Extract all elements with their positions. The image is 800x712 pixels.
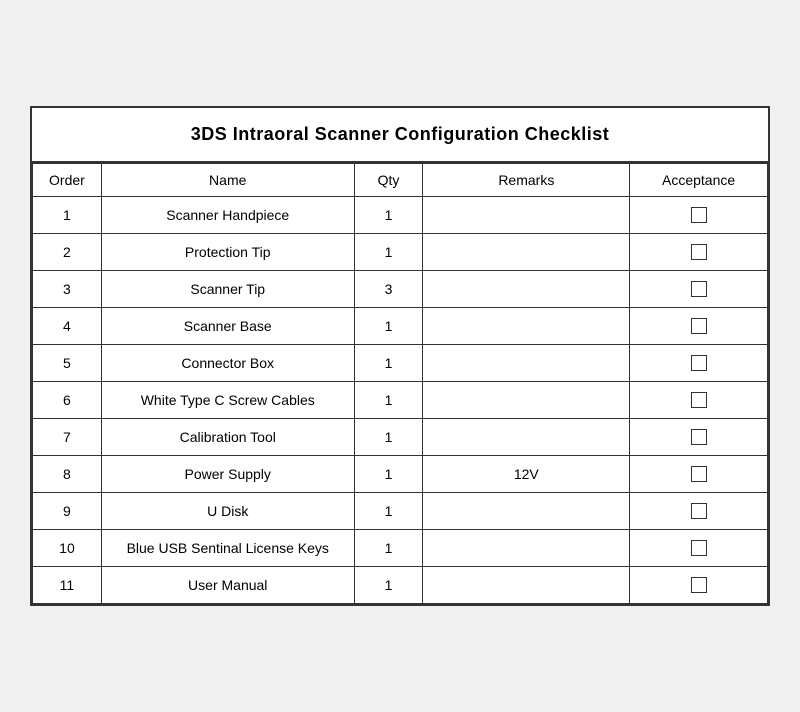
checklist-table: Order Name Qty Remarks Acceptance 1Scann… [32, 163, 768, 604]
cell-acceptance [630, 382, 768, 419]
cell-qty: 1 [354, 567, 423, 604]
cell-acceptance [630, 530, 768, 567]
table-row: 11User Manual1 [33, 567, 768, 604]
cell-remarks [423, 530, 630, 567]
cell-qty: 3 [354, 271, 423, 308]
checklist-title: 3DS Intraoral Scanner Configuration Chec… [32, 108, 768, 163]
checkbox[interactable] [691, 392, 707, 408]
cell-order: 9 [33, 493, 102, 530]
cell-qty: 1 [354, 456, 423, 493]
cell-remarks [423, 234, 630, 271]
cell-order: 7 [33, 419, 102, 456]
cell-qty: 1 [354, 197, 423, 234]
header-remarks: Remarks [423, 164, 630, 197]
cell-order: 1 [33, 197, 102, 234]
cell-qty: 1 [354, 382, 423, 419]
checkbox[interactable] [691, 207, 707, 223]
cell-acceptance [630, 271, 768, 308]
cell-order: 10 [33, 530, 102, 567]
cell-name: Calibration Tool [101, 419, 354, 456]
checkbox[interactable] [691, 281, 707, 297]
cell-acceptance [630, 456, 768, 493]
header-acceptance: Acceptance [630, 164, 768, 197]
cell-acceptance [630, 197, 768, 234]
header-order: Order [33, 164, 102, 197]
cell-acceptance [630, 493, 768, 530]
cell-remarks [423, 567, 630, 604]
table-row: 5Connector Box1 [33, 345, 768, 382]
header-name: Name [101, 164, 354, 197]
cell-order: 4 [33, 308, 102, 345]
table-row: 6White Type C Screw Cables1 [33, 382, 768, 419]
checkbox[interactable] [691, 466, 707, 482]
checkbox[interactable] [691, 355, 707, 371]
table-row: 1Scanner Handpiece1 [33, 197, 768, 234]
cell-name: Scanner Base [101, 308, 354, 345]
cell-qty: 1 [354, 493, 423, 530]
cell-name: U Disk [101, 493, 354, 530]
cell-qty: 1 [354, 308, 423, 345]
cell-remarks: 12V [423, 456, 630, 493]
table-row: 3Scanner Tip3 [33, 271, 768, 308]
checkbox[interactable] [691, 429, 707, 445]
cell-name: White Type C Screw Cables [101, 382, 354, 419]
checkbox[interactable] [691, 540, 707, 556]
cell-acceptance [630, 419, 768, 456]
checkbox[interactable] [691, 503, 707, 519]
cell-name: Scanner Tip [101, 271, 354, 308]
cell-name: Scanner Handpiece [101, 197, 354, 234]
table-header-row: Order Name Qty Remarks Acceptance [33, 164, 768, 197]
cell-order: 3 [33, 271, 102, 308]
cell-acceptance [630, 345, 768, 382]
cell-order: 5 [33, 345, 102, 382]
table-row: 10Blue USB Sentinal License Keys1 [33, 530, 768, 567]
table-row: 8Power Supply112V [33, 456, 768, 493]
checkbox[interactable] [691, 244, 707, 260]
cell-acceptance [630, 567, 768, 604]
cell-remarks [423, 382, 630, 419]
cell-acceptance [630, 234, 768, 271]
cell-acceptance [630, 308, 768, 345]
table-row: 2Protection Tip1 [33, 234, 768, 271]
table-row: 4Scanner Base1 [33, 308, 768, 345]
table-row: 7Calibration Tool1 [33, 419, 768, 456]
cell-remarks [423, 197, 630, 234]
table-row: 9U Disk1 [33, 493, 768, 530]
checkbox[interactable] [691, 577, 707, 593]
cell-qty: 1 [354, 419, 423, 456]
checkbox[interactable] [691, 318, 707, 334]
cell-name: Blue USB Sentinal License Keys [101, 530, 354, 567]
cell-remarks [423, 419, 630, 456]
cell-remarks [423, 271, 630, 308]
cell-name: User Manual [101, 567, 354, 604]
cell-remarks [423, 493, 630, 530]
cell-qty: 1 [354, 530, 423, 567]
cell-name: Power Supply [101, 456, 354, 493]
header-qty: Qty [354, 164, 423, 197]
cell-order: 11 [33, 567, 102, 604]
cell-order: 2 [33, 234, 102, 271]
checklist-container: 3DS Intraoral Scanner Configuration Chec… [30, 106, 770, 606]
cell-qty: 1 [354, 345, 423, 382]
cell-order: 8 [33, 456, 102, 493]
cell-qty: 1 [354, 234, 423, 271]
cell-name: Protection Tip [101, 234, 354, 271]
cell-remarks [423, 308, 630, 345]
cell-remarks [423, 345, 630, 382]
cell-name: Connector Box [101, 345, 354, 382]
cell-order: 6 [33, 382, 102, 419]
